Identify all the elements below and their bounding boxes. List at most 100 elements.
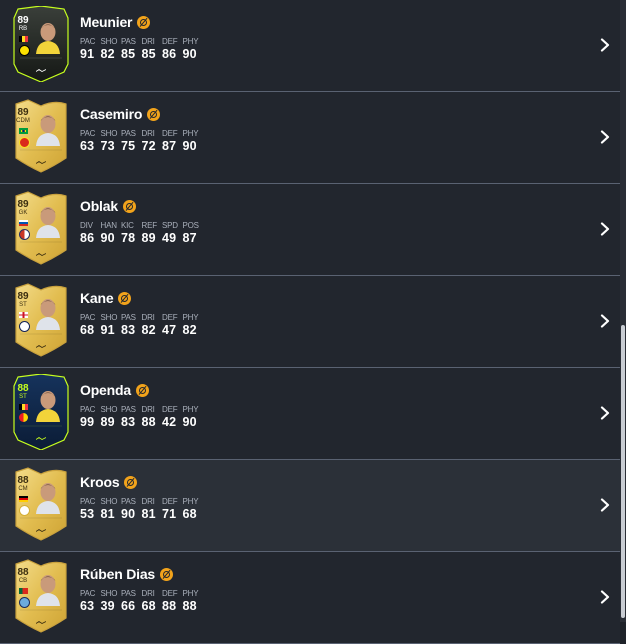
player-row[interactable]: 89 GK Oblak DIV 86 HAN 90 KIC 78 REF 89 … [0, 184, 620, 276]
stat-value: 78 [121, 231, 136, 245]
player-photo [36, 115, 60, 146]
manchester-united-badge-icon [19, 137, 30, 148]
player-name-line: Rúben Dias [80, 565, 174, 583]
stat-sho: SHO 82 [101, 37, 122, 61]
stat-value: 89 [100, 415, 115, 429]
stat-label: PAC [80, 405, 96, 414]
stat-phy: PHY 82 [183, 313, 204, 337]
stat-value: 87 [162, 139, 177, 153]
chemistry-icon [135, 383, 149, 397]
stat-label: SHO [100, 129, 118, 138]
stat-dri: DRI 68 [142, 589, 163, 613]
stat-label: SHO [100, 497, 118, 506]
stat-label: PHY [182, 129, 199, 138]
stat-value: 72 [141, 139, 156, 153]
player-row[interactable]: 88 CM Kroos PAC 53 SHO 81 PAS 90 DRI 81 … [0, 460, 620, 552]
stat-han: HAN 90 [101, 221, 122, 245]
stat-value: 88 [182, 599, 197, 613]
card-rating: 89 [17, 199, 29, 210]
player-name-line: Kane [80, 289, 132, 307]
slovenia-flag-icon [19, 220, 28, 226]
stat-value: 53 [80, 507, 95, 521]
card-brand-mark [36, 253, 46, 256]
stat-kic: KIC 78 [121, 221, 142, 245]
chevron-right-icon[interactable] [600, 498, 610, 512]
stat-value: 90 [121, 507, 136, 521]
germany-flag-icon [19, 496, 28, 502]
stat-pac: PAC 68 [80, 313, 101, 337]
stat-value: 49 [162, 231, 177, 245]
stat-div: DIV 86 [80, 221, 101, 245]
stat-label: REF [141, 221, 158, 230]
stat-spd: SPD 49 [162, 221, 183, 245]
chemistry-icon [160, 567, 174, 581]
stat-pac: PAC 91 [80, 37, 101, 61]
chemistry-icon [118, 291, 132, 305]
stat-label: PAC [80, 37, 96, 46]
player-photo [36, 483, 60, 514]
belgium-flag-icon [19, 36, 28, 42]
stat-ref: REF 89 [142, 221, 163, 245]
player-row[interactable]: 88 ST Openda PAC 99 SHO 89 PAS 83 DRI 88… [0, 368, 620, 460]
stat-pac: PAC 53 [80, 497, 101, 521]
stats-row: PAC 63 SHO 39 PAS 66 DRI 68 DEF 88 PHY 8… [80, 589, 203, 613]
chevron-right-icon[interactable] [600, 406, 610, 420]
player-row[interactable]: 88 CB Rúben Dias PAC 63 SHO 39 PAS 66 DR… [0, 552, 620, 644]
chevron-right-icon[interactable] [600, 130, 610, 144]
atletico-madrid-badge-icon [19, 229, 30, 240]
player-photo [36, 23, 60, 54]
stat-value: 63 [80, 139, 95, 153]
stats-row: PAC 99 SHO 89 PAS 83 DRI 88 DEF 42 PHY 9… [80, 405, 203, 429]
stat-label: DRI [141, 589, 155, 598]
player-photo [36, 207, 60, 238]
card-rating: 88 [17, 475, 29, 486]
stat-phy: PHY 68 [183, 497, 204, 521]
stat-label: SHO [100, 405, 118, 414]
player-row[interactable]: 89 CDM Casemiro PAC 63 SHO 73 PAS 75 DRI… [0, 92, 620, 184]
stat-value: 83 [121, 323, 136, 337]
card-brand-mark [36, 437, 46, 440]
stats-row: PAC 68 SHO 91 PAS 83 DRI 82 DEF 47 PHY 8… [80, 313, 203, 337]
stat-phy: PHY 90 [183, 37, 204, 61]
player-name: Openda [80, 382, 131, 398]
chevron-right-icon[interactable] [600, 314, 610, 328]
stat-label: PHY [182, 37, 199, 46]
stat-pac: PAC 63 [80, 129, 101, 153]
stat-value: 68 [80, 323, 95, 337]
stat-value: 68 [182, 507, 197, 521]
stat-value: 83 [121, 415, 136, 429]
stat-value: 85 [141, 47, 156, 61]
scrollbar-thumb[interactable] [621, 325, 625, 618]
stat-sho: SHO 81 [101, 497, 122, 521]
player-card: 88 CM [12, 466, 70, 542]
chevron-right-icon[interactable] [600, 222, 610, 236]
stat-value: 89 [141, 231, 156, 245]
player-card: 88 ST [12, 374, 70, 450]
stat-label: DEF [162, 313, 178, 322]
belgium-flag-icon [19, 404, 28, 410]
card-position: ST [19, 302, 27, 308]
card-brand-mark [36, 69, 46, 72]
stat-value: 68 [141, 599, 156, 613]
stat-value: 90 [182, 139, 197, 153]
player-photo [36, 391, 60, 422]
stat-pas: PAS 66 [121, 589, 142, 613]
player-row[interactable]: 89 ST Kane PAC 68 SHO 91 PAS 83 DRI 82 D… [0, 276, 620, 368]
chevron-right-icon[interactable] [600, 38, 610, 52]
stat-value: 82 [141, 323, 156, 337]
player-name-line: Casemiro [80, 105, 161, 123]
stat-sho: SHO 73 [101, 129, 122, 153]
player-card: 89 GK [12, 190, 70, 266]
card-rating: 88 [17, 383, 29, 394]
stat-label: SPD [162, 221, 178, 230]
card-rating: 88 [17, 567, 29, 578]
stat-sho: SHO 91 [101, 313, 122, 337]
stat-pas: PAS 85 [121, 37, 142, 61]
stat-label: PAS [121, 313, 136, 322]
player-row[interactable]: 89 RB Meunier PAC 91 SHO 82 PAS 85 DRI 8… [0, 0, 620, 92]
stat-def: DEF 71 [162, 497, 183, 521]
stat-label: PAS [121, 589, 136, 598]
stat-def: DEF 47 [162, 313, 183, 337]
stat-dri: DRI 81 [142, 497, 163, 521]
chevron-right-icon[interactable] [600, 590, 610, 604]
